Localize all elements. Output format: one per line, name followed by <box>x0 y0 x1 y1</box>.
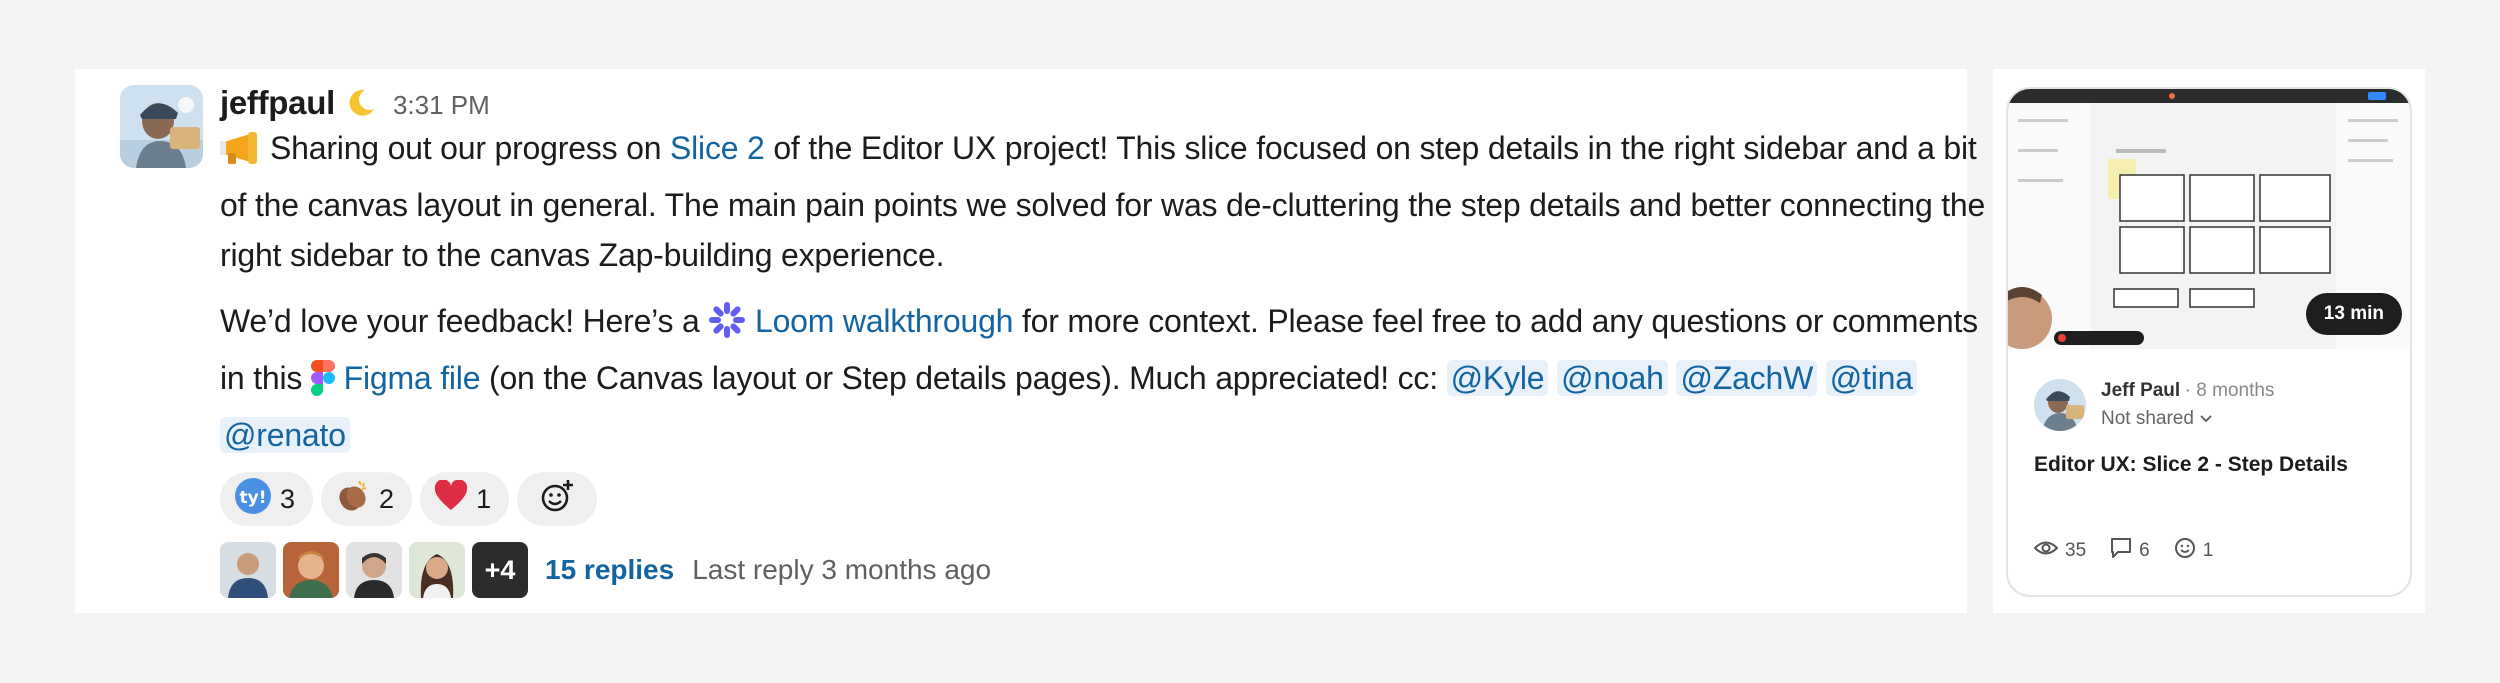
timestamp[interactable]: 3:31 PM <box>393 90 490 121</box>
video-title[interactable]: Editor UX: Slice 2 - Step Details <box>2034 453 2410 477</box>
crescent-moon-icon <box>345 87 377 119</box>
megaphone-icon <box>220 130 270 180</box>
add-reaction-button[interactable] <box>517 472 598 526</box>
comments-count: 6 <box>2139 540 2150 561</box>
avatar <box>409 542 465 598</box>
smiley-icon <box>2174 537 2196 565</box>
avatar <box>220 542 276 598</box>
avatar[interactable] <box>120 85 203 168</box>
message-panel: jeffpaul 3:31 PM Sharing out our progres… <box>75 69 2036 613</box>
message-paragraph-2: We’d love your feedback! Here’s a Loom w… <box>220 301 1978 453</box>
add-reaction-icon <box>539 478 575 521</box>
loom-video-card[interactable]: 13 min Jeff Paul · 8 months Not shared E… <box>2006 87 2412 597</box>
mention-noah[interactable]: @noah <box>1557 360 1668 396</box>
more-participants-badge: +4 <box>472 542 528 598</box>
loom-walkthrough-link[interactable]: Loom walkthrough <box>755 303 1013 339</box>
reaction-ty[interactable]: ty! 3 <box>220 472 314 526</box>
video-duration: 13 min <box>2305 293 2402 335</box>
reactions-count: 1 <box>2202 540 2214 561</box>
card-body: Jeff Paul · 8 months Not shared Editor U… <box>2008 351 2410 477</box>
video-age: 8 months <box>2196 380 2275 401</box>
avatar <box>2034 379 2086 431</box>
video-thumbnail[interactable]: 13 min <box>2008 89 2410 349</box>
last-reply-text: Last reply 3 months ago <box>692 554 992 585</box>
comments-stat[interactable]: 6 <box>2110 537 2150 565</box>
message-paragraph-1: Sharing out our progress on Slice 2 of t… <box>220 130 1986 273</box>
share-status-dropdown[interactable]: Not shared <box>2101 408 2274 430</box>
reactions-bar: ty! 3 2 1 <box>220 472 1995 526</box>
mention-tina[interactable]: @tina <box>1825 360 1917 396</box>
meta-separator: · <box>2184 380 2197 401</box>
replies-link[interactable]: 15 replies <box>545 554 674 586</box>
views-stat: 35 <box>2033 539 2087 563</box>
mention-zachw[interactable]: @ZachW <box>1676 360 1818 396</box>
thread-replies[interactable]: +4 15 replies Last reply 3 months ago <box>220 542 1995 598</box>
reaction-count: 3 <box>280 483 296 514</box>
reaction-count: 2 <box>379 483 395 514</box>
reactions-stat[interactable]: 1 <box>2174 537 2214 565</box>
clapping-hands-icon <box>335 478 371 521</box>
comment-icon <box>2110 537 2132 565</box>
author-name[interactable]: Jeff Paul <box>2101 380 2180 401</box>
avatar <box>283 542 339 598</box>
mention-renato[interactable]: @renato <box>220 417 350 453</box>
avatar <box>346 542 402 598</box>
views-count: 35 <box>2065 540 2087 561</box>
side-panel: 13 min Jeff Paul · 8 months Not shared E… <box>1993 69 2425 613</box>
reaction-clap[interactable]: 2 <box>321 472 413 526</box>
reaction-count: 1 <box>476 483 492 514</box>
chevron-down-icon <box>2199 408 2213 429</box>
figma-file-link[interactable]: Figma file <box>344 360 481 396</box>
video-stats: 35 6 1 <box>2033 537 2214 565</box>
share-status-label: Not shared <box>2101 408 2194 429</box>
ty-icon: ty! <box>234 477 272 522</box>
red-heart-icon <box>434 478 468 519</box>
figma-icon <box>310 360 335 410</box>
mention-kyle[interactable]: @Kyle <box>1446 360 1549 396</box>
reaction-heart[interactable]: 1 <box>420 472 510 526</box>
slice-2-link[interactable]: Slice 2 <box>670 130 765 166</box>
username[interactable]: jeffpaul <box>220 84 335 122</box>
eye-icon <box>2033 539 2059 563</box>
message-content: jeffpaul 3:31 PM Sharing out our progres… <box>220 83 1995 598</box>
loom-icon <box>708 301 746 353</box>
svg-text:ty!: ty! <box>240 488 267 508</box>
